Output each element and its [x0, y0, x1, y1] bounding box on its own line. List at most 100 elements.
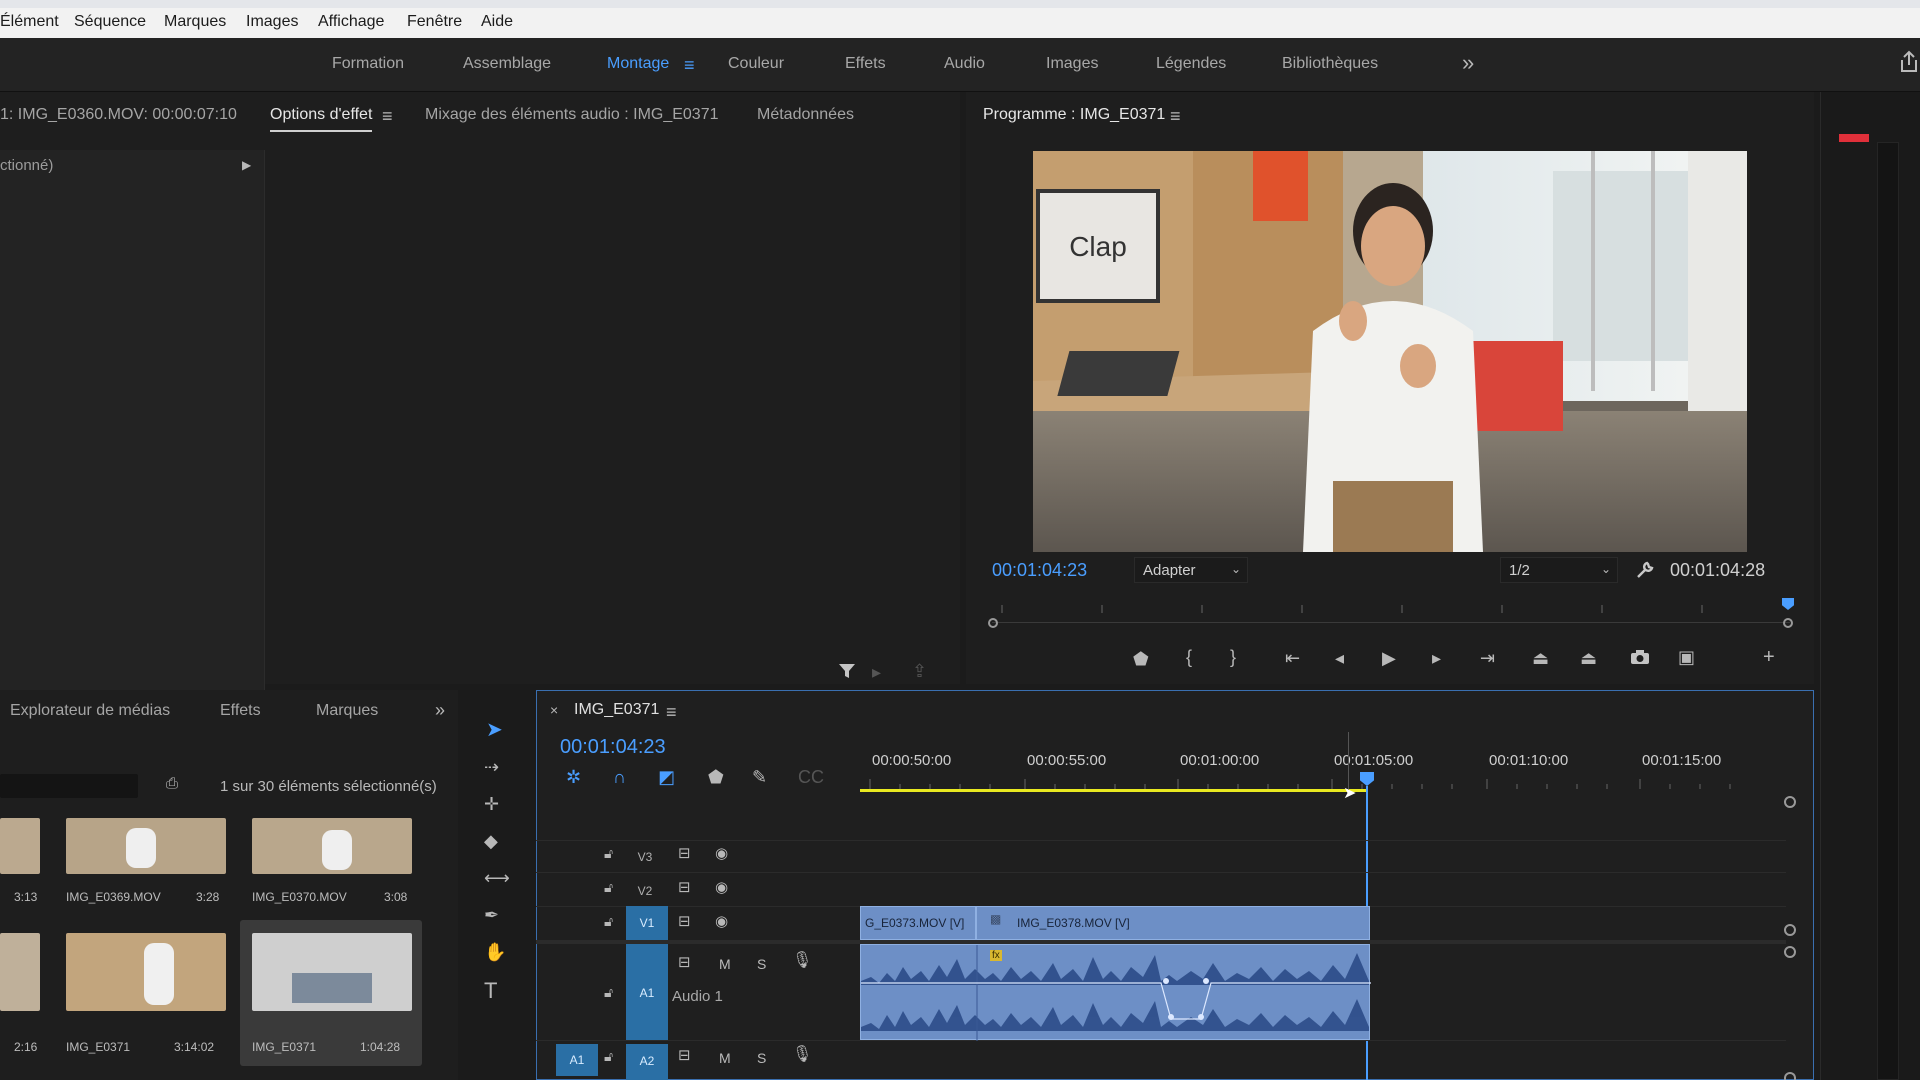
- filter-icon[interactable]: [838, 662, 856, 680]
- source-patch-a1[interactable]: A1: [556, 1044, 598, 1076]
- audio-clip[interactable]: [860, 944, 1371, 1041]
- track-label-a1[interactable]: A1: [626, 944, 668, 1040]
- tab-markers[interactable]: Marques: [316, 702, 378, 720]
- menu-item-element[interactable]: Élément: [0, 13, 59, 31]
- zoom-handle-right[interactable]: [1783, 618, 1793, 628]
- sequence-tab[interactable]: IMG_E0371: [574, 701, 659, 719]
- workspace-tab-audio[interactable]: Audio: [944, 55, 985, 73]
- sync-lock-icon[interactable]: ⊟: [678, 914, 691, 929]
- type-tool-icon[interactable]: T: [484, 980, 497, 1002]
- bin-item-thumb[interactable]: [66, 933, 226, 1011]
- mute-button[interactable]: M: [719, 956, 731, 972]
- sync-lock-icon[interactable]: ⊟: [678, 880, 691, 895]
- extract-icon[interactable]: ⏏: [1580, 649, 1597, 667]
- workspace-tab-bibliotheques[interactable]: Bibliothèques: [1282, 55, 1378, 73]
- menu-item-help[interactable]: Aide: [481, 13, 513, 31]
- step-forward-icon[interactable]: ▸: [1432, 649, 1441, 667]
- tab-source-monitor[interactable]: 1: IMG_E0360.MOV: 00:00:07:10: [0, 106, 237, 124]
- vertical-zoom-handle[interactable]: [1784, 796, 1796, 808]
- workspace-tab-couleur[interactable]: Couleur: [728, 55, 784, 73]
- sync-lock-icon[interactable]: ⊟: [678, 1048, 691, 1063]
- sync-lock-icon[interactable]: ⊟: [678, 846, 691, 861]
- video-clip[interactable]: G_E0373.MOV [V]: [860, 906, 976, 940]
- panel-menu-icon[interactable]: ≡: [382, 107, 393, 125]
- vertical-zoom-handle[interactable]: [1784, 1072, 1796, 1080]
- menu-item-sequence[interactable]: Séquence: [74, 13, 146, 31]
- program-video-frame[interactable]: Clap: [1033, 151, 1747, 552]
- lock-icon[interactable]: 🔓︎: [604, 1049, 613, 1063]
- timeline-settings-wrench-icon[interactable]: ✎: [752, 768, 767, 786]
- track-select-tool-icon[interactable]: ⇢: [484, 758, 499, 776]
- expand-arrow-icon[interactable]: ▶: [242, 159, 251, 171]
- snap-magnet-icon[interactable]: ∩: [613, 768, 626, 786]
- export-icon[interactable]: ⇪: [912, 662, 927, 680]
- close-sequence-icon[interactable]: ×: [550, 703, 558, 717]
- go-to-in-icon[interactable]: ⇤: [1285, 649, 1300, 667]
- lift-icon[interactable]: ⏏: [1532, 649, 1549, 667]
- share-icon[interactable]: [1898, 50, 1920, 74]
- tab-effect-options[interactable]: Options d'effet: [270, 106, 373, 132]
- button-editor-plus-icon[interactable]: +: [1763, 647, 1775, 667]
- play-audio-icon[interactable]: ▸: [872, 663, 881, 681]
- razor-tool-icon[interactable]: ◆: [484, 832, 498, 850]
- lock-icon[interactable]: 🔓︎: [604, 846, 613, 860]
- add-marker-icon[interactable]: ⬟: [708, 768, 724, 786]
- sync-lock-icon[interactable]: ⊟: [678, 955, 691, 970]
- eye-icon[interactable]: ◉: [715, 846, 728, 861]
- lock-icon[interactable]: 🔓︎: [604, 880, 613, 894]
- mark-out-icon[interactable]: }: [1230, 648, 1236, 666]
- mute-button[interactable]: M: [719, 1050, 731, 1066]
- step-back-icon[interactable]: ◂: [1335, 649, 1344, 667]
- bin-item-thumb[interactable]: [66, 818, 226, 874]
- add-marker-icon[interactable]: ⬟: [1133, 650, 1149, 668]
- eye-icon[interactable]: ◉: [715, 914, 728, 929]
- linked-selection-icon[interactable]: ◩: [658, 768, 675, 786]
- track-label-v3[interactable]: V3: [632, 850, 658, 864]
- eye-icon[interactable]: ◉: [715, 880, 728, 895]
- program-menu-icon[interactable]: ≡: [1170, 107, 1181, 125]
- new-bin-icon[interactable]: ⎙: [166, 776, 178, 791]
- workspace-tab-images[interactable]: Images: [1046, 55, 1098, 73]
- timeline-ruler-ticks[interactable]: [860, 776, 1780, 789]
- track-label-a2[interactable]: A2: [626, 1044, 668, 1080]
- search-input[interactable]: [0, 774, 138, 798]
- bin-item-thumb[interactable]: [252, 933, 412, 1011]
- vertical-zoom-handle[interactable]: [1784, 924, 1796, 936]
- go-to-out-icon[interactable]: ⇥: [1480, 649, 1495, 667]
- track-label-v1[interactable]: V1: [626, 906, 668, 940]
- program-monitor-title[interactable]: Programme : IMG_E0371: [983, 106, 1165, 124]
- zoom-handle-left[interactable]: [988, 618, 998, 628]
- workspace-tab-legendes[interactable]: Légendes: [1156, 55, 1226, 73]
- tab-metadata[interactable]: Métadonnées: [757, 106, 854, 124]
- lock-icon[interactable]: 🔓︎: [604, 985, 613, 999]
- workspace-tab-formation[interactable]: Formation: [332, 55, 404, 73]
- bin-item-thumb[interactable]: [252, 818, 412, 874]
- comparison-view-icon[interactable]: ▣: [1678, 648, 1695, 666]
- program-mini-timeline[interactable]: [982, 601, 1790, 624]
- solo-button[interactable]: S: [757, 956, 766, 972]
- workspace-tab-montage[interactable]: Montage: [607, 55, 669, 73]
- lock-icon[interactable]: 🔓︎: [604, 914, 613, 928]
- nest-sequence-icon[interactable]: ✲: [566, 768, 581, 786]
- bin-item-thumb[interactable]: [0, 818, 40, 874]
- captions-icon[interactable]: CC: [798, 768, 824, 786]
- timeline-timecode[interactable]: 00:01:04:23: [560, 736, 666, 759]
- workspace-tab-assemblage[interactable]: Assemblage: [463, 55, 551, 73]
- ripple-edit-tool-icon[interactable]: ✛: [484, 795, 499, 813]
- vertical-zoom-handle[interactable]: [1784, 946, 1796, 958]
- track-label-v2[interactable]: V2: [632, 884, 658, 898]
- video-clip[interactable]: IMG_E0378.MOV [V]: [976, 906, 1370, 940]
- mark-in-icon[interactable]: {: [1186, 648, 1192, 666]
- workspace-tab-effets[interactable]: Effets: [845, 55, 886, 73]
- workspace-menu-icon[interactable]: ≡: [684, 56, 695, 74]
- menu-item-markers[interactable]: Marques: [164, 13, 226, 31]
- fit-dropdown[interactable]: Adapter ⌄: [1134, 557, 1248, 583]
- hand-tool-icon[interactable]: ✋: [484, 943, 506, 961]
- menu-item-view[interactable]: Affichage: [318, 13, 384, 31]
- tab-media-browser[interactable]: Explorateur de médias: [10, 702, 170, 720]
- bin-item-thumb[interactable]: [0, 933, 40, 1011]
- play-icon[interactable]: ▶: [1382, 649, 1396, 667]
- resolution-dropdown[interactable]: 1/2 ⌄: [1500, 557, 1618, 583]
- solo-button[interactable]: S: [757, 1050, 766, 1066]
- work-area-bar[interactable]: [860, 789, 1368, 792]
